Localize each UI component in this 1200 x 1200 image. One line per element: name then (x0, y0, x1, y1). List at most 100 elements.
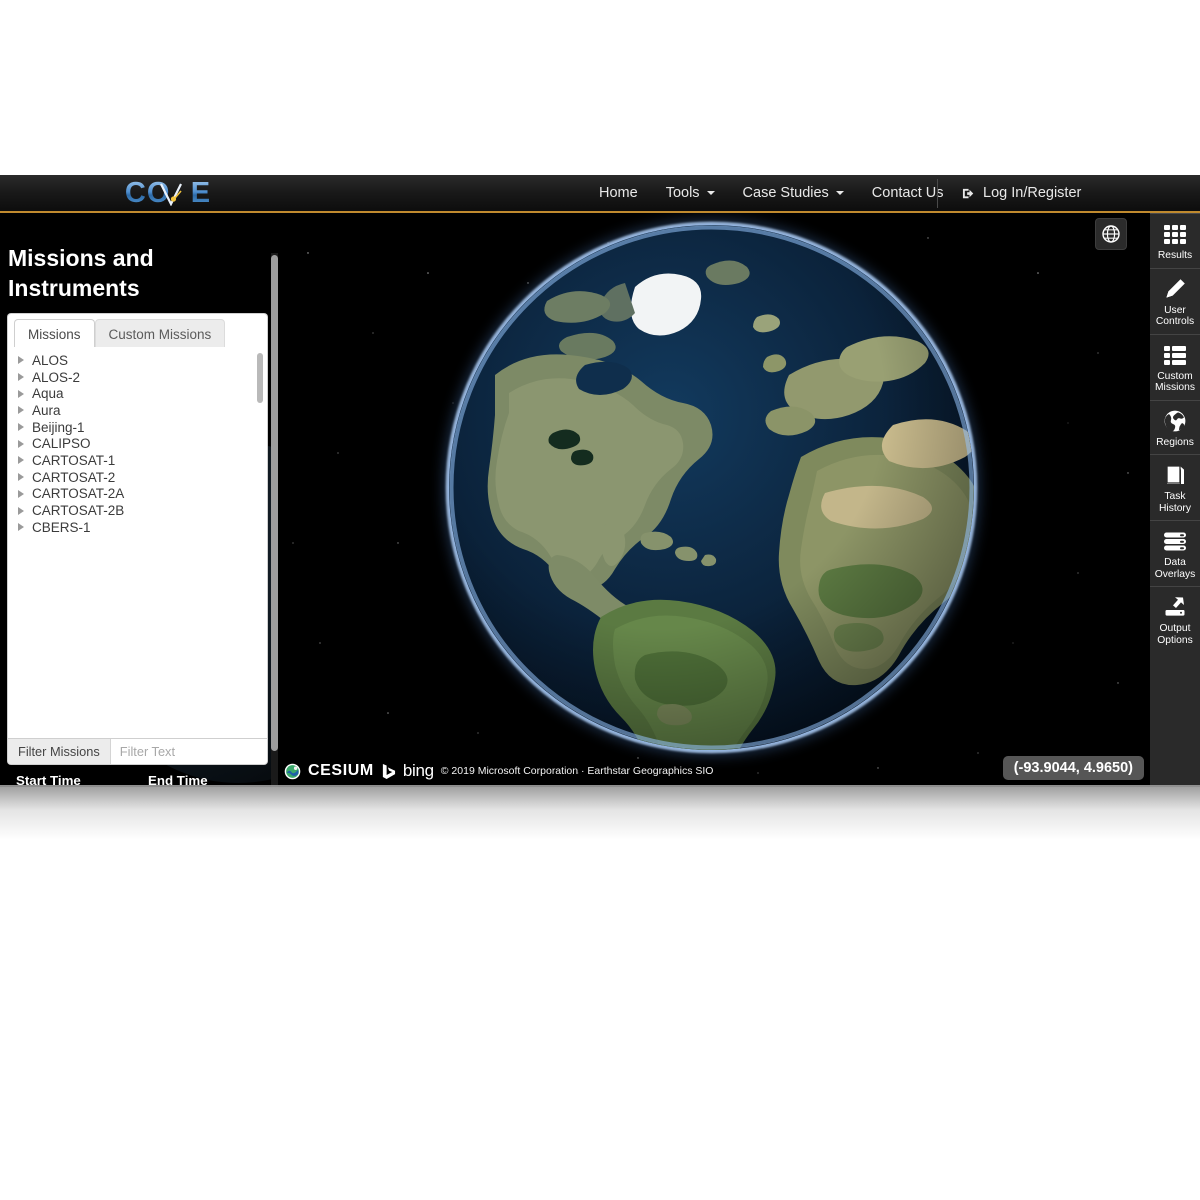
cesium-logo-icon (284, 763, 301, 779)
nav-label: Home (599, 185, 638, 201)
mission-list[interactable]: ALOS ALOS-2 Aqua Aura Beijing-1 CALIPSO … (7, 347, 268, 739)
export-icon (1162, 594, 1188, 620)
page-bottom-fade (0, 785, 1200, 840)
chevron-down-icon (835, 191, 844, 195)
book-icon (1162, 462, 1188, 488)
list-item[interactable]: CARTOSAT-2A (8, 486, 267, 503)
toolbar-item-user-controls[interactable]: User Controls (1150, 269, 1200, 335)
filter-row: Filter Missions (7, 738, 268, 765)
mission-list-scrollbar[interactable] (257, 353, 263, 403)
top-navbar: COVE Home Tools Case Studies Contact Us … (0, 175, 1200, 213)
toolbar-item-output-options[interactable]: Output Options (1150, 587, 1200, 652)
globe-texture (449, 225, 974, 750)
mission-label: ALOS-2 (32, 369, 81, 385)
mission-label: CARTOSAT-1 (32, 452, 116, 468)
right-toolbar: Results User Controls Custom Missions Re… (1150, 213, 1200, 787)
list-item[interactable]: CALIPSO (8, 435, 267, 452)
nav-item-contact-us[interactable]: Contact Us (858, 177, 958, 209)
nav-label: Case Studies (742, 185, 829, 201)
list-item[interactable]: CARTOSAT-1 (8, 452, 267, 469)
tab-missions[interactable]: Missions (14, 319, 95, 350)
chevron-down-icon (706, 191, 715, 195)
list-item[interactable]: CARTOSAT-2 (8, 469, 267, 486)
toolbar-label: Task History (1158, 491, 1192, 514)
page-title: Missions and Instruments (8, 245, 154, 301)
mission-label: CARTOSAT-2A (32, 486, 125, 502)
list-item[interactable]: Aura (8, 402, 267, 419)
expand-triangle-icon[interactable] (18, 439, 24, 448)
mission-label: CARTOSAT-2B (32, 503, 125, 519)
list-icon (1162, 342, 1188, 368)
list-item[interactable]: Aqua (8, 385, 267, 402)
panel-scrollbar-thumb[interactable] (271, 255, 278, 751)
toolbar-label: Results (1157, 250, 1193, 261)
expand-triangle-icon[interactable] (18, 423, 24, 432)
earth-globe[interactable] (446, 222, 977, 753)
toolbar-item-data-overlays[interactable]: Data Overlays (1150, 521, 1200, 587)
scene-mode-globe-button[interactable] (1095, 218, 1127, 250)
mission-label: ALOS (32, 352, 69, 368)
nav-item-home[interactable]: Home (585, 177, 652, 209)
mission-label: CARTOSAT-2 (32, 469, 116, 485)
panel-tabs: Missions Custom Missions (14, 319, 226, 350)
nav-links: Home Tools Case Studies Contact Us (585, 175, 958, 211)
cesium-globe-viewer[interactable]: CESIUM bing © 2019 Microsoft Corporation… (278, 213, 1150, 787)
expand-triangle-icon[interactable] (18, 456, 24, 465)
login-register-button[interactable]: Log In/Register (952, 175, 1091, 211)
list-item[interactable]: CARTOSAT-2B (8, 502, 267, 519)
end-time-label: End Time (148, 773, 208, 787)
toolbar-item-custom-missions[interactable]: Custom Missions (1150, 335, 1200, 401)
expand-triangle-icon[interactable] (18, 406, 24, 415)
bing-logo-icon (382, 763, 395, 779)
tab-custom-missions[interactable]: Custom Missions (94, 319, 226, 350)
satellite-orbit-icon (160, 183, 182, 206)
expand-triangle-icon[interactable] (18, 389, 24, 398)
cove-logo[interactable]: COVE (114, 177, 222, 209)
nav-item-case-studies[interactable]: Case Studies (729, 177, 858, 209)
globe-icon (1102, 225, 1120, 243)
nav-item-tools[interactable]: Tools (652, 177, 729, 209)
expand-triangle-icon[interactable] (18, 373, 24, 382)
map-credits: CESIUM bing © 2019 Microsoft Corporation… (284, 761, 713, 781)
toolbar-item-task-history[interactable]: Task History (1150, 455, 1200, 521)
toolbar-label: Custom Missions (1154, 370, 1196, 394)
nav-label: Contact Us (871, 185, 944, 201)
toolbar-item-results[interactable]: Results (1150, 214, 1200, 269)
mission-label: CALIPSO (32, 436, 91, 452)
list-item[interactable]: ALOS-2 (8, 369, 267, 386)
login-icon (962, 188, 974, 198)
toolbar-label: Data Overlays (1154, 557, 1196, 580)
filter-missions-button[interactable]: Filter Missions (8, 739, 111, 764)
mission-label: Aqua (32, 386, 64, 402)
list-item[interactable]: Beijing-1 (8, 419, 267, 436)
toolbar-item-regions[interactable]: Regions (1150, 401, 1200, 455)
expand-triangle-icon[interactable] (18, 489, 24, 498)
list-item[interactable]: CBERS-1 (8, 519, 267, 536)
mission-label: Beijing-1 (32, 419, 85, 435)
map-attribution-text: © 2019 Microsoft Corporation · Earthstar… (440, 765, 714, 777)
mission-label: Aura (32, 402, 61, 418)
mission-label: CBERS-1 (32, 519, 91, 535)
coordinate-readout: (-93.9044, 4.9650) (1002, 756, 1144, 780)
nav-divider (937, 179, 938, 208)
globe-icon (1162, 408, 1188, 434)
missions-panel: Missions and Instruments Missions Custom… (0, 213, 278, 787)
filter-text-input[interactable] (110, 739, 267, 764)
nav-label: Tools (665, 185, 700, 201)
layers-icon (1162, 528, 1188, 554)
cesium-wordmark: CESIUM (308, 762, 374, 779)
toolbar-label: Output Options (1157, 623, 1193, 646)
globe-sphere[interactable] (449, 225, 974, 750)
expand-triangle-icon[interactable] (18, 523, 24, 532)
expand-triangle-icon[interactable] (18, 506, 24, 515)
list-item[interactable]: ALOS (8, 352, 267, 369)
cove-application: COVE Home Tools Case Studies Contact Us … (0, 175, 1200, 787)
expand-triangle-icon[interactable] (18, 356, 24, 365)
grid-icon (1162, 221, 1188, 247)
toolbar-label: Regions (1156, 436, 1194, 448)
panel-scrollbar[interactable] (271, 253, 278, 787)
bing-wordmark: bing (402, 761, 434, 780)
start-time-label: Start Time (16, 773, 81, 787)
login-label: Log In/Register (983, 185, 1082, 201)
expand-triangle-icon[interactable] (18, 473, 24, 482)
